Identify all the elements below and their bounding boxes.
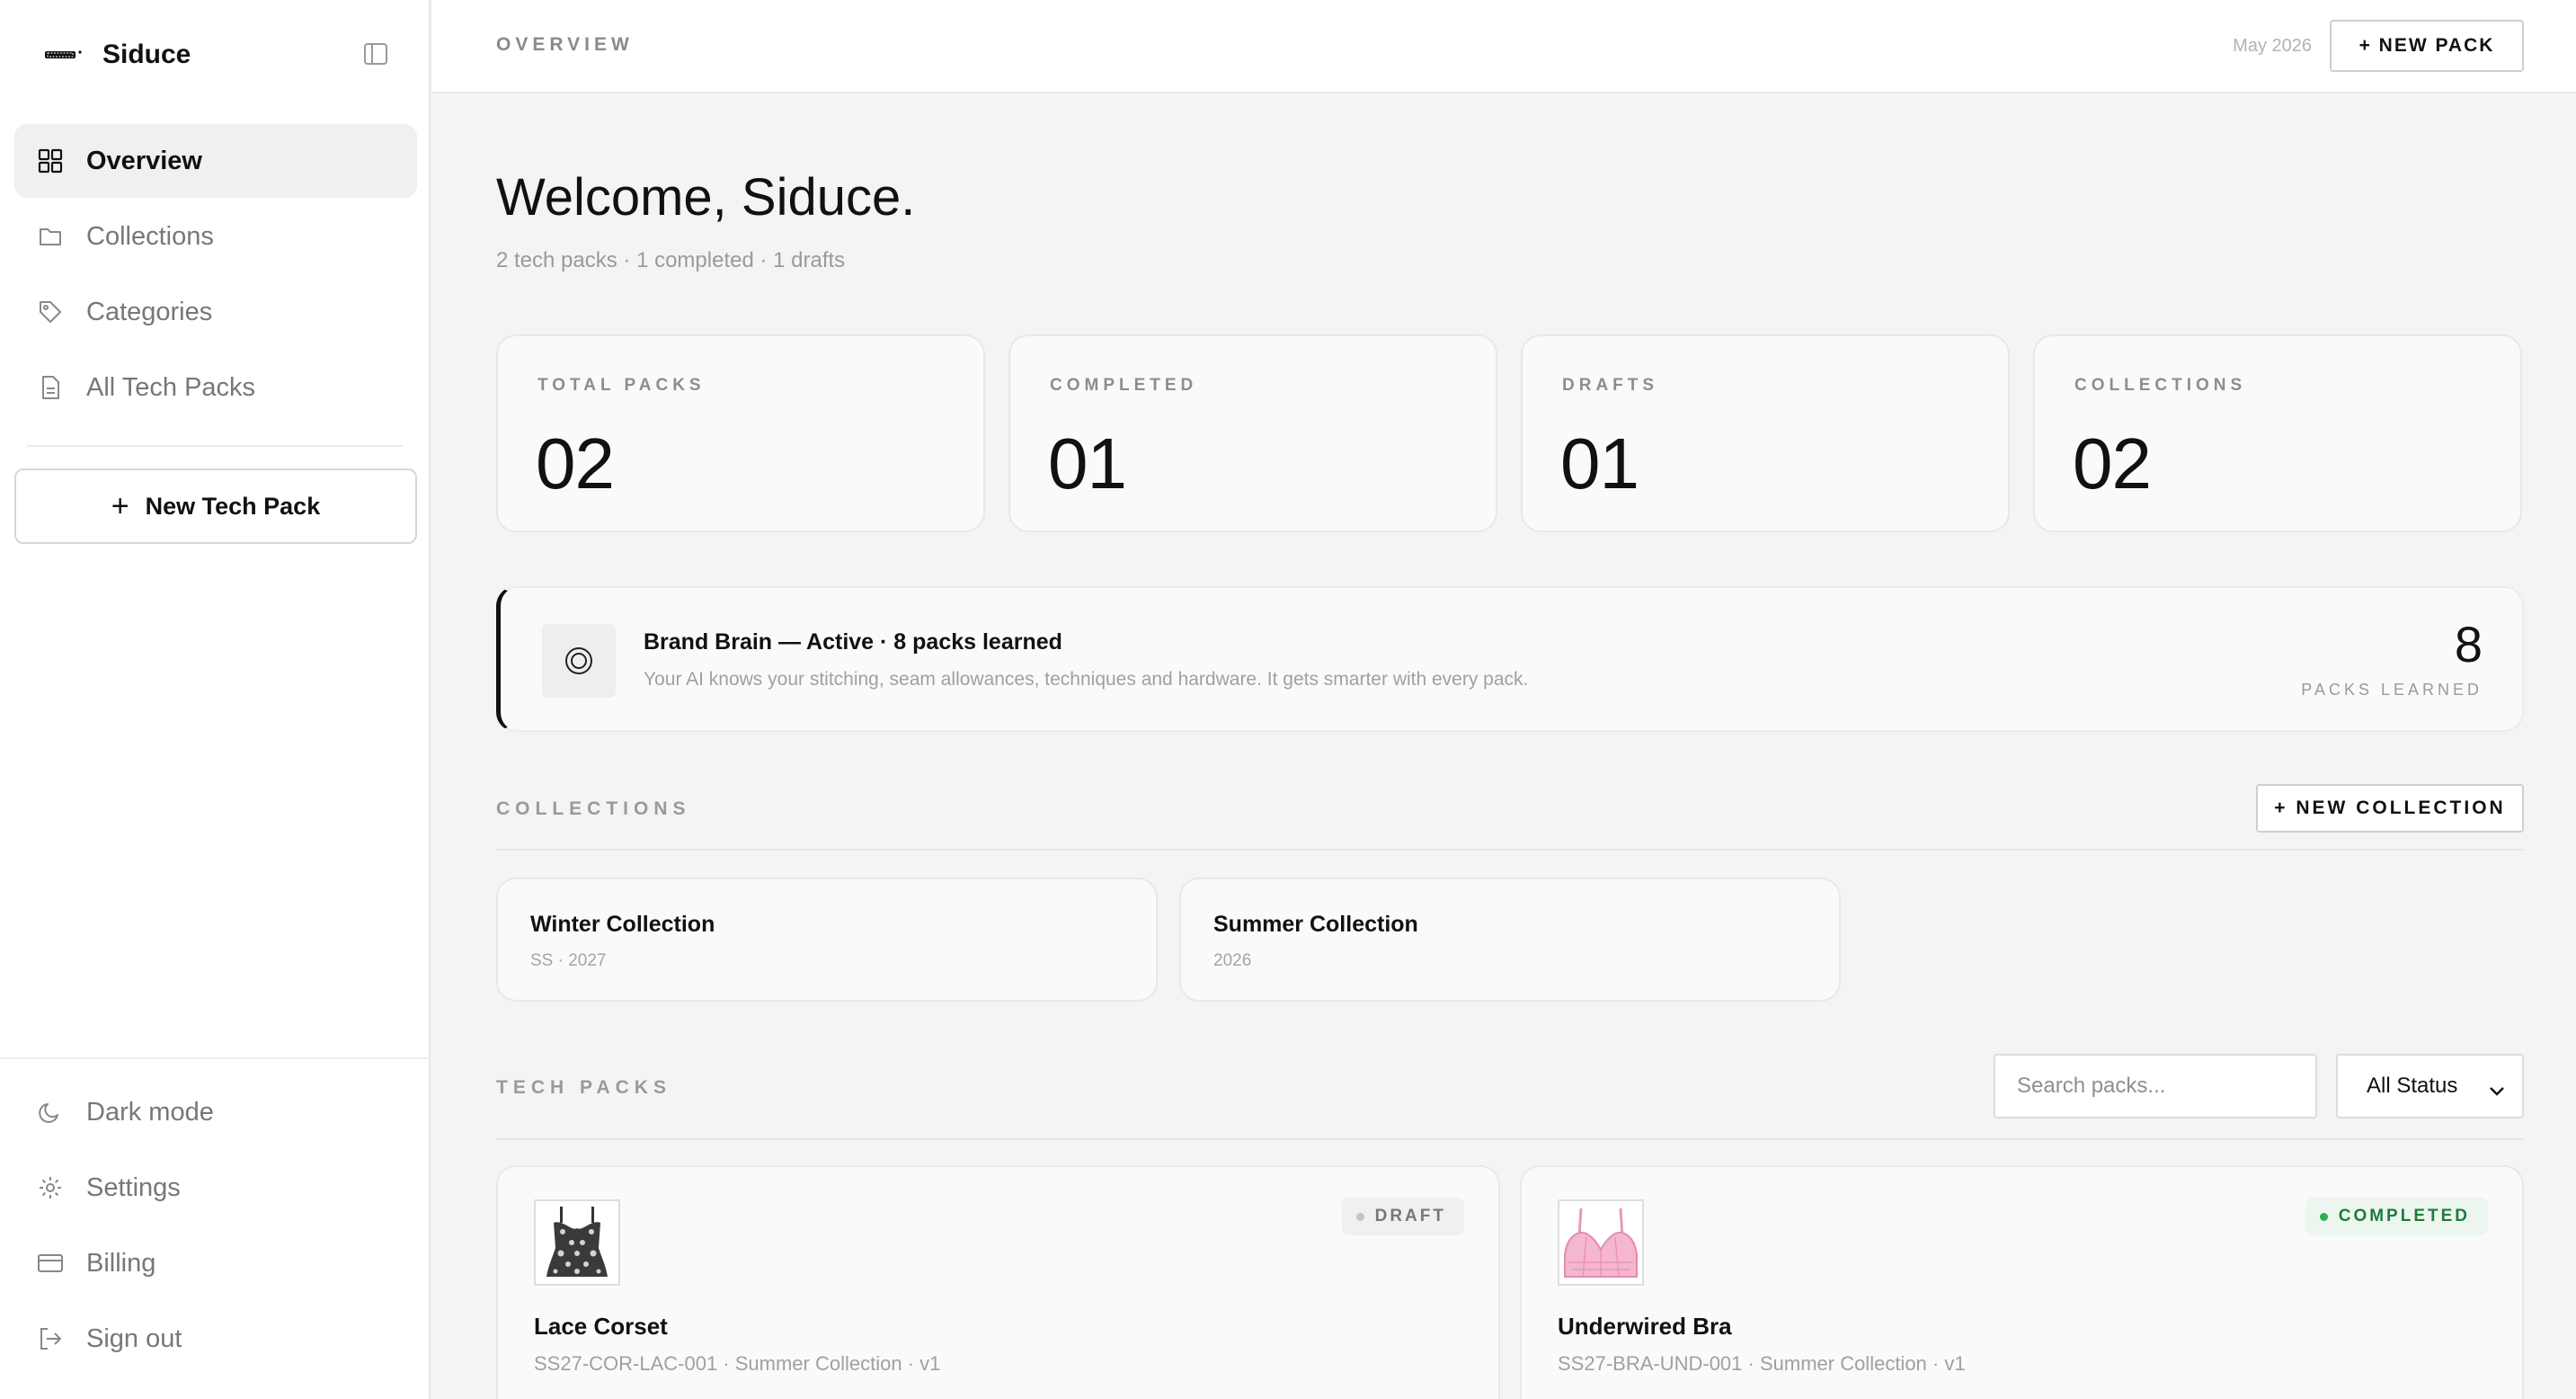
tech-pack-meta: SS27-BRA-UND-001 · Summer Collection · v… <box>1558 1352 1966 1375</box>
topbar: OVERVIEW May 2026 + NEW PACK <box>432 0 2576 94</box>
stat-card-total-packs: TOTAL PACKS 02 <box>496 334 985 532</box>
sidebar-item-overview[interactable]: Overview <box>14 124 417 198</box>
collection-name: Summer Collection <box>1213 912 1418 937</box>
underwired-bra-thumbnail <box>1558 1199 1644 1286</box>
status-filter-select[interactable]: All Status <box>2336 1054 2524 1118</box>
welcome-heading: Welcome, Siduce. <box>496 168 916 227</box>
stats-row: TOTAL PACKS 02 COMPLETED 01 DRAFTS 01 CO… <box>496 334 2524 532</box>
status-dot <box>1355 1212 1364 1221</box>
sidebar-item-label: Overview <box>86 146 202 175</box>
packs-learned-label: PACKS LEARNED <box>2301 681 2483 699</box>
tech-pack-card[interactable]: COMPLETED Underwired Bra SS27-BRA-UND-00… <box>1520 1165 2524 1399</box>
target-icon <box>542 624 616 698</box>
new-collection-button[interactable]: + NEW COLLECTION <box>2256 784 2524 833</box>
status-badge: COMPLETED <box>2305 1198 2488 1235</box>
sidebar-item-label: Settings <box>86 1172 181 1202</box>
brand[interactable]: Siduce <box>45 34 191 76</box>
main-nav: Overview Collections Categories All Tech… <box>14 124 417 426</box>
chevron-down-icon <box>2488 1079 2506 1104</box>
search-input[interactable] <box>1994 1054 2317 1118</box>
lace-corset-thumbnail <box>534 1199 620 1286</box>
sidebar-toggle-icon[interactable] <box>360 38 392 70</box>
stat-label: COMPLETED <box>1050 376 1198 395</box>
stat-value: 01 <box>1048 423 1127 503</box>
sidebar-item-collections[interactable]: Collections <box>14 200 417 273</box>
collections-heading: COLLECTIONS <box>496 798 691 819</box>
collection-meta: SS · 2027 <box>530 951 607 970</box>
credit-card-icon <box>36 1249 65 1278</box>
collections-divider <box>496 849 2524 851</box>
tech-packs-divider <box>496 1138 2524 1140</box>
collection-card[interactable]: Winter Collection SS · 2027 <box>496 878 1158 1002</box>
stat-value: 02 <box>2073 423 2152 503</box>
sidebar-item-label: All Tech Packs <box>86 372 256 402</box>
gear-icon <box>36 1173 65 1202</box>
sidebar-item-settings[interactable]: Settings <box>14 1150 417 1225</box>
tech-pack-card[interactable]: DRAFT Lace Corset SS27-COR-LAC-001 · Sum… <box>496 1165 1500 1399</box>
status-dot <box>2319 1212 2328 1221</box>
brand-brain-description: Your AI knows your stitching, seam allow… <box>644 669 1529 690</box>
tech-pack-meta: SS27-COR-LAC-001 · Summer Collection · v… <box>534 1352 941 1375</box>
status-badge-label: DRAFT <box>1374 1207 1446 1225</box>
secondary-nav: Dark mode Settings Billing Sign out <box>14 1074 417 1377</box>
sidebar-item-label: Sign out <box>86 1323 182 1353</box>
stat-card-collections: COLLECTIONS 02 <box>2033 334 2522 532</box>
tag-icon <box>36 298 65 326</box>
moon-icon <box>36 1098 65 1127</box>
sidebar-item-billing[interactable]: Billing <box>14 1225 417 1301</box>
grid-icon <box>36 147 65 175</box>
current-date: May 2026 <box>2233 36 2312 56</box>
new-tech-pack-button[interactable]: + New Tech Pack <box>14 468 417 544</box>
sidebar-item-all-tech-packs[interactable]: All Tech Packs <box>14 351 417 424</box>
stat-value: 02 <box>536 423 615 503</box>
collection-meta: 2026 <box>1213 951 1252 970</box>
sidebar-item-dark-mode[interactable]: Dark mode <box>14 1074 417 1150</box>
tech-packs-heading: TECH PACKS <box>496 1077 671 1098</box>
tech-packs-list: DRAFT Lace Corset SS27-COR-LAC-001 · Sum… <box>496 1165 2524 1399</box>
sidebar-item-label: Categories <box>86 297 213 326</box>
status-filter-value: All Status <box>2367 1074 2458 1098</box>
collection-card[interactable]: Summer Collection 2026 <box>1179 878 1841 1002</box>
collections-list: Winter Collection SS · 2027 Summer Colle… <box>496 878 1841 1002</box>
plus-icon: + <box>111 489 129 523</box>
new-tech-pack-label: New Tech Pack <box>145 492 321 520</box>
sidebar-divider <box>27 445 403 447</box>
sidebar-item-label: Collections <box>86 221 214 251</box>
sidebar-item-label: Billing <box>86 1248 156 1278</box>
packs-learned-count: 8 <box>2454 616 2483 673</box>
stat-value: 01 <box>1560 423 1639 503</box>
welcome-summary: 2 tech packs · 1 completed · 1 drafts <box>496 248 846 272</box>
brand-brain-title: Brand Brain — Active · 8 packs learned <box>644 629 1062 655</box>
brand-name: Siduce <box>102 40 191 69</box>
collection-name: Winter Collection <box>530 912 715 937</box>
stat-card-drafts: DRAFTS 01 <box>1521 334 2010 532</box>
status-badge-label: COMPLETED <box>2338 1207 2470 1225</box>
stat-label: TOTAL PACKS <box>537 376 706 395</box>
stat-card-completed: COMPLETED 01 <box>1008 334 1497 532</box>
brand-brain-card[interactable]: Brand Brain — Active · 8 packs learned Y… <box>496 586 2524 732</box>
page-title: OVERVIEW <box>496 34 634 55</box>
logo-icon <box>45 34 83 76</box>
folder-icon <box>36 222 65 251</box>
stat-label: DRAFTS <box>1562 376 1659 395</box>
tech-pack-name: Underwired Bra <box>1558 1313 1732 1340</box>
status-badge: DRAFT <box>1341 1198 1464 1235</box>
new-pack-button[interactable]: + NEW PACK <box>2330 20 2524 72</box>
sidebar-item-categories[interactable]: Categories <box>14 275 417 349</box>
sidebar-bottom-divider <box>0 1057 431 1059</box>
sidebar-item-label: Dark mode <box>86 1097 214 1127</box>
stat-label: COLLECTIONS <box>2074 376 2247 395</box>
document-icon <box>36 373 65 402</box>
sidebar-item-sign-out[interactable]: Sign out <box>14 1301 417 1377</box>
sign-out-icon <box>36 1324 65 1353</box>
sidebar: Siduce Overview Collections Categories A… <box>0 0 431 1399</box>
tech-pack-name: Lace Corset <box>534 1313 668 1340</box>
